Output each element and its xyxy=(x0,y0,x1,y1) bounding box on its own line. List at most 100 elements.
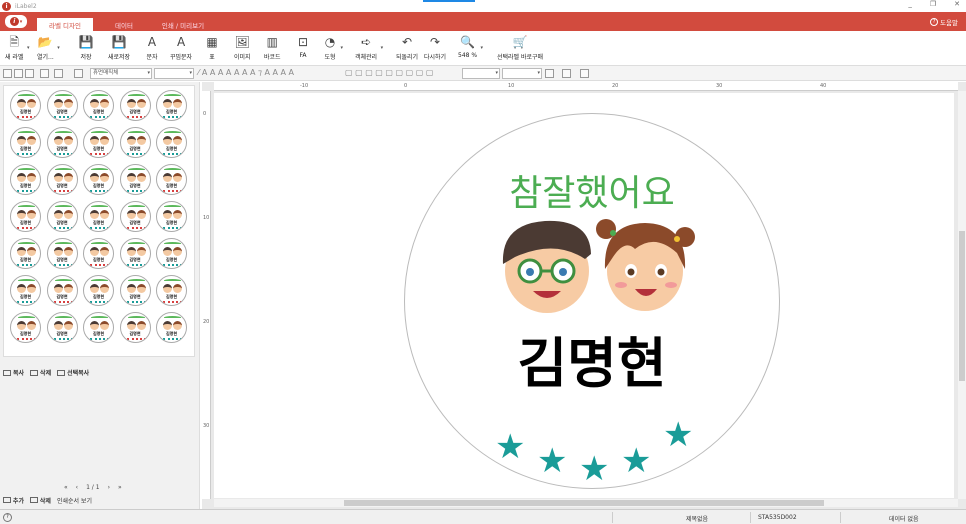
print-order-button[interactable]: 인쇄순서 보기 xyxy=(57,496,92,505)
image-button[interactable]: 🖼 이미지 xyxy=(234,35,251,61)
text-format-icons[interactable]: ⁄ A A A A A A A ⁊ A A A A xyxy=(198,68,294,77)
sheet-delete-button[interactable]: 삭제 xyxy=(29,496,51,505)
label-thumbnail[interactable]: 김명현 xyxy=(83,90,114,121)
label-thumbnail[interactable]: 김명현 xyxy=(10,312,41,343)
star-icon[interactable]: ★ xyxy=(621,444,651,478)
arrange-button[interactable] xyxy=(74,69,83,78)
group-button[interactable] xyxy=(54,69,63,78)
next-page-button[interactable]: › xyxy=(108,484,110,491)
pattern-button[interactable] xyxy=(580,69,589,78)
help-button[interactable]: ? 도움말 xyxy=(930,17,958,27)
kids-illustration[interactable] xyxy=(485,209,715,319)
align-center-button[interactable] xyxy=(14,69,23,78)
tab-data[interactable]: 데이터 xyxy=(104,18,144,31)
horizontal-scrollbar[interactable] xyxy=(214,499,958,507)
line-width-select[interactable]: ▾ xyxy=(462,68,500,79)
label-thumbnail[interactable]: 김명현 xyxy=(156,164,187,195)
prev-page-button[interactable]: ‹ xyxy=(76,484,78,491)
maximize-icon[interactable]: ❐ xyxy=(930,0,936,8)
label-name-text[interactable]: 김명현 xyxy=(405,319,779,398)
border-format-icons[interactable]: ▢ ▢ ▢ ▢ ▢ ▢ ▢ ▢ ▢ xyxy=(345,68,433,77)
tab-print-preview[interactable]: 인쇄 / 미리보기 xyxy=(150,18,216,31)
horizontal-scroll-thumb[interactable] xyxy=(344,500,824,506)
zoom-button[interactable]: 🔍 548 % ▾ xyxy=(458,35,483,59)
label-thumbnail[interactable]: 김명현 xyxy=(83,127,114,158)
chevron-down-icon[interactable]: ▾ xyxy=(340,45,343,51)
new-label-button[interactable]: 🗎 새 라벨 ▾ xyxy=(5,35,29,61)
label-thumbnail[interactable]: 김명현 xyxy=(46,312,78,343)
chevron-down-icon[interactable]: ▾ xyxy=(27,45,30,51)
label-thumbnail[interactable]: 김명현 xyxy=(119,312,151,343)
label-thumbnail[interactable]: 김명현 xyxy=(156,238,187,269)
minimize-icon[interactable]: _ xyxy=(908,0,912,8)
design-paper[interactable]: 참잘했어요 김명현 ★ ★ ★ ★ ★ xyxy=(214,93,954,498)
save-button[interactable]: 💾 저장 xyxy=(79,35,94,61)
circle-label[interactable]: 참잘했어요 김명현 ★ ★ ★ ★ ★ xyxy=(404,113,780,489)
label-thumbnail[interactable]: 김명현 xyxy=(10,201,41,232)
fa-button[interactable]: ⊡ FA xyxy=(296,35,310,59)
redo-button[interactable]: ↷ 다시하기 xyxy=(424,35,446,61)
label-thumbnail[interactable]: 김명현 xyxy=(156,127,187,158)
wordart-button[interactable]: A 꾸밈문자 xyxy=(170,35,192,61)
label-thumbnail[interactable]: 김명현 xyxy=(83,312,114,343)
label-thumbnail[interactable]: 김명현 xyxy=(10,127,41,158)
label-thumbnail[interactable]: 김명현 xyxy=(119,164,151,195)
label-thumbnail[interactable]: 김명현 xyxy=(119,127,151,158)
close-icon[interactable]: ✕ xyxy=(954,0,960,8)
barcode-button[interactable]: ▥ 바코드 xyxy=(264,35,281,61)
font-family-select[interactable]: 휴먼매직체 ▾ xyxy=(90,68,152,79)
label-thumbnail[interactable]: 김명현 xyxy=(83,164,114,195)
label-thumbnail[interactable]: 김명현 xyxy=(46,238,78,269)
label-thumbnail[interactable]: 김명현 xyxy=(119,238,151,269)
align-left-button[interactable] xyxy=(3,69,12,78)
label-thumbnail[interactable]: 김명현 xyxy=(10,275,41,306)
label-thumbnail[interactable]: 김명현 xyxy=(46,127,78,158)
label-thumbnail[interactable]: 김명현 xyxy=(119,90,151,121)
copy-button[interactable]: 복사 xyxy=(3,368,24,377)
object-mgr-button[interactable]: ➪ 객체관리 ▾ xyxy=(355,35,383,61)
label-thumbnail[interactable]: 김명현 xyxy=(46,275,78,306)
star-row[interactable]: ★ ★ ★ ★ ★ xyxy=(495,414,705,486)
tab-label-design[interactable]: 라벨 디자인 xyxy=(37,18,93,31)
undo-button[interactable]: ↶ 되돌리기 xyxy=(396,35,418,61)
fill-color-button[interactable] xyxy=(545,69,554,78)
label-thumbnail[interactable]: 김명현 xyxy=(46,201,78,232)
label-thumbnail[interactable]: 김명현 xyxy=(156,201,187,232)
line-style-select[interactable]: ▾ xyxy=(502,68,542,79)
label-thumbnail[interactable]: 김명현 xyxy=(46,164,78,195)
star-icon[interactable]: ★ xyxy=(495,430,525,464)
text-button[interactable]: A 문자 xyxy=(145,35,159,61)
align-right-button[interactable] xyxy=(25,69,34,78)
status-help-icon[interactable]: ? xyxy=(3,513,12,522)
add-button[interactable]: 추가 xyxy=(3,496,24,505)
label-thumbnail[interactable]: 김명현 xyxy=(156,312,187,343)
app-menu-button[interactable]: i ▾ xyxy=(5,15,27,28)
label-thumbnail[interactable]: 김명현 xyxy=(156,275,187,306)
label-thumbnail[interactable]: 김명현 xyxy=(119,201,151,232)
vertical-scroll-thumb[interactable] xyxy=(959,231,965,381)
shape-button[interactable]: ◔ 도형 ▾ xyxy=(323,35,343,61)
delete-button[interactable]: 삭제 xyxy=(30,368,51,377)
layer-button[interactable] xyxy=(40,69,49,78)
label-thumbnail[interactable]: 김명현 xyxy=(83,201,114,232)
star-icon[interactable]: ★ xyxy=(537,444,567,478)
open-button[interactable]: 📂 열기... ▾ xyxy=(37,35,60,61)
star-icon[interactable]: ★ xyxy=(579,452,609,486)
vertical-scrollbar[interactable] xyxy=(958,91,966,499)
table-button[interactable]: ▦ 표 xyxy=(205,35,219,61)
select-copy-button[interactable]: 선택복사 xyxy=(57,368,89,377)
shadow-button[interactable] xyxy=(562,69,571,78)
label-thumbnail[interactable]: 김명현 xyxy=(10,238,41,269)
chevron-down-icon[interactable]: ▾ xyxy=(481,45,484,51)
last-page-button[interactable]: » xyxy=(118,484,122,491)
buy-button[interactable]: 🛒 선택라벨 바로구매 xyxy=(497,35,543,61)
label-thumbnail[interactable]: 김명현 xyxy=(46,90,78,121)
save-as-button[interactable]: 💾 새로저장 xyxy=(108,35,130,61)
label-thumbnail[interactable]: 김명현 xyxy=(119,275,151,306)
label-thumbnail[interactable]: 김명현 xyxy=(10,90,41,121)
first-page-button[interactable]: « xyxy=(64,484,68,491)
chevron-down-icon[interactable]: ▾ xyxy=(381,45,384,51)
star-icon[interactable]: ★ xyxy=(663,418,693,452)
label-thumbnail[interactable]: 김명현 xyxy=(10,164,41,195)
label-thumbnail[interactable]: 김명현 xyxy=(83,275,114,306)
